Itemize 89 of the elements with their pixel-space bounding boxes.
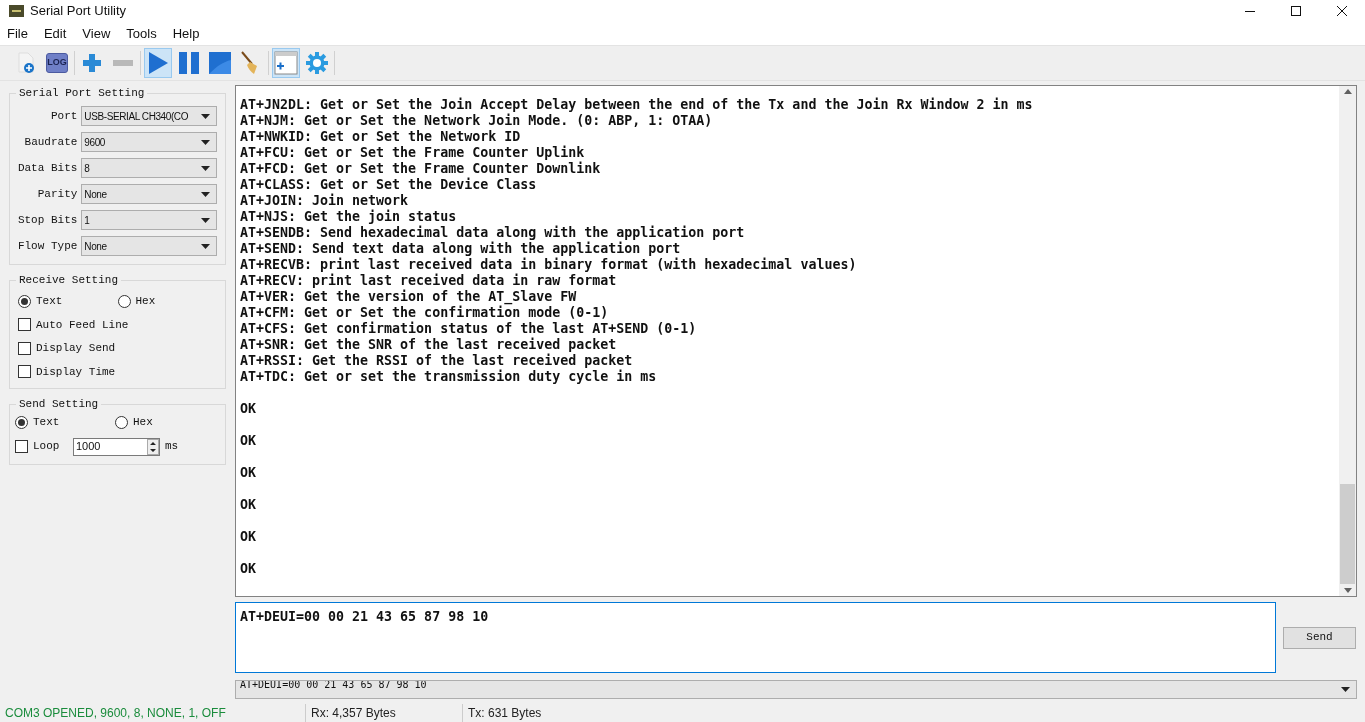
dropdown[interactable]: USB-SERIAL CH340(CO [81, 106, 217, 126]
terminal-line: AT+FCD: Get or Set the Frame Counter Downlink [240, 161, 601, 177]
dropdown-arrow-icon [201, 165, 210, 171]
terminal-line: AT+NJS: Get the join status [240, 209, 457, 225]
terminal-line: AT+NJM: Get or Set the Network Join Mode. (0: ABP, 1: OTAA) [240, 113, 713, 129]
checkbox-option[interactable]: Display Time [18, 363, 217, 380]
dropdown-arrow-icon [1341, 687, 1350, 692]
scroll-down-icon [1343, 588, 1352, 593]
new-file-icon [16, 52, 36, 74]
menu-item[interactable]: Help [172, 23, 200, 44]
scroll-up-icon [1343, 89, 1352, 94]
terminal-line: AT+JOIN: Join network [240, 193, 409, 209]
minus-icon [113, 60, 133, 66]
group-title: Send Setting [16, 397, 102, 411]
dropdown[interactable]: None [81, 184, 217, 204]
terminal-line: AT+NWKID: Get or Set the Network ID [240, 129, 521, 145]
terminal-line: AT+SEND: Send text data along with the application port [240, 241, 681, 257]
radio-option[interactable]: Text [18, 293, 118, 310]
dropdown-arrow-icon [201, 243, 210, 249]
terminal-reply: OK [240, 465, 256, 481]
window-title: Serial Port Utility [30, 2, 127, 21]
dropdown[interactable]: None [81, 236, 217, 256]
terminal-line: AT+RECV: print last received data in raw format [240, 273, 617, 289]
field-label: Data Bits [16, 160, 79, 176]
unit-label: ms [165, 439, 179, 455]
terminal-line: AT+TDC: Get or set the transmission duty cycle in ms [240, 369, 657, 385]
interval-spinbox[interactable]: 1000 [73, 437, 160, 456]
app-icon [9, 5, 24, 17]
dropdown[interactable]: 8 [81, 158, 217, 178]
dropdown-arrow-icon [201, 191, 210, 197]
terminal-line: AT+FCU: Get or Set the Frame Counter Uplink [240, 145, 585, 161]
checkbox-option[interactable]: Display Send [18, 340, 217, 357]
terminal-reply: OK [240, 433, 256, 449]
plus-icon [82, 53, 102, 73]
toolbar-button[interactable]: LOG [43, 48, 71, 78]
minimize-icon [1245, 10, 1255, 12]
menu-item[interactable]: View [82, 23, 111, 44]
field-label: Baudrate [23, 134, 79, 150]
terminal-line: AT+CFS: Get confirmation status of the last AT+SEND (0-1) [240, 321, 697, 337]
settings-icon [306, 52, 328, 74]
group-title: Receive Setting [16, 273, 122, 287]
scrollbar-thumb[interactable] [1340, 484, 1355, 584]
dropdown[interactable]: 9600 [81, 132, 217, 152]
dropdown[interactable]: 1 [81, 210, 217, 230]
terminal-reply: OK [240, 401, 256, 417]
terminal-reply: OK [240, 561, 256, 577]
checkbox-option[interactable]: Loop [15, 438, 73, 455]
send-button[interactable]: Send [1283, 626, 1356, 649]
radio-option[interactable]: Text [15, 414, 115, 431]
field-label: Flow Type [16, 238, 79, 254]
terminal-line: AT+CLASS: Get or Set the Device Class [240, 177, 537, 193]
spin-arrows-icon [147, 438, 159, 455]
terminal-reply: OK [240, 497, 256, 513]
terminal-line: AT+JN2DL: Get or Set the Join Accept Delay between the end of the Tx and the Join Rx Window 2 in ms [240, 97, 1033, 113]
toolbar-button[interactable] [144, 48, 172, 78]
checkbox-option[interactable]: Auto Feed Line [18, 316, 217, 333]
menu-item[interactable]: Tools [126, 23, 157, 44]
dropdown-arrow-icon [201, 113, 210, 119]
group-title: Serial Port Setting [16, 86, 148, 100]
play-icon [147, 51, 169, 75]
close-icon [1337, 6, 1347, 16]
pause-icon [178, 51, 200, 75]
terminal-reply: OK [240, 529, 256, 545]
dropdown-arrow-icon [201, 139, 210, 145]
status-text: COM3 OPENED, 9600, 8, NONE, 1, OFF [4, 705, 227, 722]
terminal-line: AT+CFM: Get or Set the confirmation mode (0-1) [240, 305, 609, 321]
field-label: Stop Bits [16, 212, 79, 228]
scrollbar[interactable] [1339, 86, 1356, 596]
terminal-line: AT+SNR: Get the SNR of the last received packet [240, 337, 617, 353]
stop-icon [209, 52, 231, 74]
dropdown-arrow-icon [201, 217, 210, 223]
window-add-icon [274, 51, 298, 75]
radio-option[interactable]: Hex [117, 293, 217, 310]
menu-item[interactable]: File [7, 23, 28, 44]
terminal-line: AT+VER: Get the version of the AT_Slave FW [240, 289, 577, 305]
field-label: Port [49, 108, 79, 124]
terminal-line: AT+RSSI: Get the RSSI of the last received packet [240, 353, 633, 369]
maximize-icon [1291, 6, 1301, 16]
radio-option[interactable]: Hex [115, 414, 215, 431]
toolbar-button[interactable] [272, 48, 300, 78]
send-input-field[interactable]: AT+DEUI=00 00 21 43 65 87 98 10 [235, 602, 1276, 673]
terminal-line: AT+RECVB: print last received data in binary format (with hexadecimal values) [240, 257, 857, 273]
history-dropdown[interactable]: AT+DEUI=00 00 21 43 65 87 98 10 [235, 680, 1357, 699]
menu-item[interactable]: Edit [43, 23, 67, 44]
status-text: Rx: 4,357 Bytes [305, 704, 462, 722]
status-text: Tx: 631 Bytes [462, 704, 612, 722]
field-label: Parity [36, 186, 79, 202]
log-icon: LOG [46, 53, 68, 73]
terminal-line: AT+SENDB: Send hexadecimal data along with the application port [240, 225, 745, 241]
